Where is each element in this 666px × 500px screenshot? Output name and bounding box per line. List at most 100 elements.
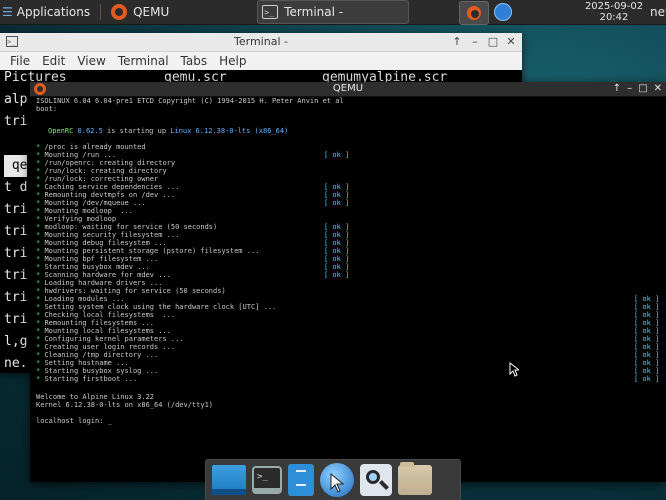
- taskbar-qemu-label: QEMU: [133, 5, 170, 19]
- tray-network-button[interactable]: [492, 1, 514, 23]
- user-menu[interactable]: nev: [650, 5, 666, 19]
- boot-log-line: * Mounting debug filesystem ...: [36, 239, 167, 247]
- boot-log-line: * Mounting security filesystem ...: [36, 231, 179, 239]
- boot-log-line: * /run/lock: creating directory: [36, 167, 167, 175]
- close-icon[interactable]: ✕: [654, 82, 662, 96]
- menu-edit[interactable]: Edit: [38, 54, 73, 68]
- ok-status: [ ok ]: [324, 271, 350, 279]
- boot-log-line: * Mounting local filesystems ...: [36, 327, 171, 335]
- close-icon[interactable]: ✕: [504, 35, 518, 48]
- menu-file[interactable]: File: [6, 54, 38, 68]
- qemu-titlebar[interactable]: QEMU ↑ – □ ✕: [30, 82, 666, 97]
- ok-status: [ ok ]: [634, 343, 660, 351]
- app-finder-icon[interactable]: [360, 464, 392, 496]
- menu-help[interactable]: Help: [215, 54, 254, 68]
- boot-log-text: Setting hostname ...: [44, 359, 129, 367]
- ok-status: [ ok ]: [634, 351, 660, 359]
- boot-log-line: * Mounting /run ...: [36, 151, 116, 159]
- maximize-icon[interactable]: □: [638, 82, 647, 96]
- boot-log-text: Starting busybox mdev ...: [44, 263, 150, 271]
- boot-log-text: /run/openrc: creating directory: [44, 159, 176, 167]
- qemu-icon: [111, 4, 128, 20]
- boot-log-text: Mounting modloop ...: [44, 207, 133, 215]
- taskbar-terminal[interactable]: >_ Terminal -: [257, 0, 410, 24]
- vm-console[interactable]: ISOLINUX 6.04 6.04-pre1 ETCD Copyright (…: [30, 97, 666, 482]
- applications-menu[interactable]: ☰ Applications: [0, 0, 96, 24]
- boot-log-text: Mounting local filesystems ...: [44, 327, 171, 335]
- applications-icon: ☰: [2, 5, 13, 19]
- folder-icon[interactable]: [398, 462, 432, 495]
- terminal-text-left: tri: [4, 202, 28, 217]
- boot-log-text: Scanning hardware for mdev ...: [44, 271, 171, 279]
- maximize-icon[interactable]: □: [486, 35, 500, 48]
- boot-log-line: * Mounting modloop ...: [36, 207, 133, 215]
- ok-status: [ ok ]: [634, 327, 660, 335]
- terminal-icon[interactable]: >_: [252, 466, 282, 494]
- boot-log-line: * /run/openrc: creating directory: [36, 159, 175, 167]
- terminal-text-left: t d: [4, 180, 28, 195]
- boot-log-text: modloop: waiting for service (50 seconds…: [44, 223, 218, 231]
- qemu-window[interactable]: QEMU ↑ – □ ✕ ISOLINUX 6.04 6.04-pre1 ETC…: [30, 82, 666, 482]
- minimize-icon[interactable]: –: [627, 82, 632, 96]
- isolinux-banner: ISOLINUX 6.04 6.04-pre1 ETCD Copyright (…: [36, 97, 344, 105]
- boot-log-line: * Setting system clock using the hardwar…: [36, 303, 276, 311]
- file-manager-icon[interactable]: [288, 464, 314, 496]
- boot-log-text: Cleaning /tmp directory ...: [44, 351, 159, 359]
- qemu-title: QEMU: [332, 83, 364, 94]
- boot-log-text: Loading modules ...: [44, 295, 125, 303]
- ok-status: [ ok ]: [324, 231, 350, 239]
- dock: >_: [205, 459, 461, 500]
- boot-log-text: Checking local filesystems ...: [44, 311, 176, 319]
- login-prompt[interactable]: localhost login: _: [36, 417, 112, 425]
- boot-log-line: * /run/lock: correcting owner: [36, 175, 158, 183]
- shade-icon[interactable]: ↑: [450, 35, 464, 48]
- boot-log-line: * Caching service dependencies ...: [36, 183, 179, 191]
- menu-view[interactable]: View: [73, 54, 113, 68]
- ok-status: [ ok ]: [634, 319, 660, 327]
- terminal-text-left: tri: [4, 290, 28, 305]
- ok-status: [ ok ]: [324, 183, 350, 191]
- ok-status: [ ok ]: [324, 263, 350, 271]
- boot-log-text: Mounting debug filesystem ...: [44, 239, 167, 247]
- boot-log-line: * Remounting devtmpfs on /dev ...: [36, 191, 175, 199]
- ok-status: [ ok ]: [324, 239, 350, 247]
- boot-log-line: * Scanning hardware for mdev ...: [36, 271, 171, 279]
- terminal-text-left: tri: [4, 114, 28, 129]
- boot-log-text: Configuring kernel parameters ...: [44, 335, 184, 343]
- taskbar-terminal-label: Terminal -: [284, 5, 344, 19]
- terminal-menubar: File Edit View Terminal Tabs Help: [0, 52, 522, 71]
- cursor-arrow-icon: [330, 473, 344, 493]
- boot-log-text: Starting firstboot ...: [44, 375, 138, 383]
- terminal-title: Terminal -: [234, 35, 288, 48]
- ok-status: [ ok ]: [634, 295, 660, 303]
- openrc-name: OpenRC: [48, 127, 74, 135]
- clock-date: 2025-09-02: [584, 1, 644, 12]
- boot-log-line: * Creating user login records ...: [36, 343, 175, 351]
- top-panel: ☰ Applications QEMU >_ Terminal -: [0, 0, 666, 25]
- taskbar-qemu[interactable]: QEMU: [107, 0, 177, 24]
- boot-log-line: * Starting firstboot ...: [36, 375, 137, 383]
- web-browser-icon[interactable]: [320, 463, 354, 497]
- menu-tabs[interactable]: Tabs: [177, 54, 216, 68]
- terminal-titlebar[interactable]: >_ Terminal - ↑ – □ ✕: [0, 33, 522, 52]
- openrc-kernel: Linux 6.12.38-0-lts (x86_64): [170, 127, 289, 135]
- shade-icon[interactable]: ↑: [613, 82, 621, 96]
- panel-clock[interactable]: 2025-09-02 20:42: [582, 1, 646, 23]
- tray-screenshot-button[interactable]: [459, 1, 489, 25]
- minimize-icon[interactable]: –: [468, 35, 482, 48]
- boot-log-line: * modloop: waiting for service (50 secon…: [36, 223, 217, 231]
- boot-log-text: Creating user login records ...: [44, 343, 176, 351]
- boot-log-text: hwdrivers: waiting for service (50 secon…: [44, 287, 226, 295]
- globe-icon: [494, 3, 512, 21]
- boot-log-line: * Checking local filesystems ...: [36, 311, 175, 319]
- boot-log-text: Mounting /run ...: [44, 151, 117, 159]
- terminal-text-left: ne.: [4, 356, 28, 371]
- menu-terminal[interactable]: Terminal: [114, 54, 177, 68]
- ok-status: [ ok ]: [324, 255, 350, 263]
- show-desktop-icon[interactable]: [212, 465, 246, 495]
- ok-status: [ ok ]: [634, 311, 660, 319]
- boot-log-line: * Mounting persistent storage (pstore) f…: [36, 247, 259, 255]
- terminal-text-left: tri: [4, 246, 28, 261]
- boot-log-text: Mounting persistent storage (pstore) fil…: [44, 247, 260, 255]
- boot-log-text: /proc is already mounted: [44, 143, 146, 151]
